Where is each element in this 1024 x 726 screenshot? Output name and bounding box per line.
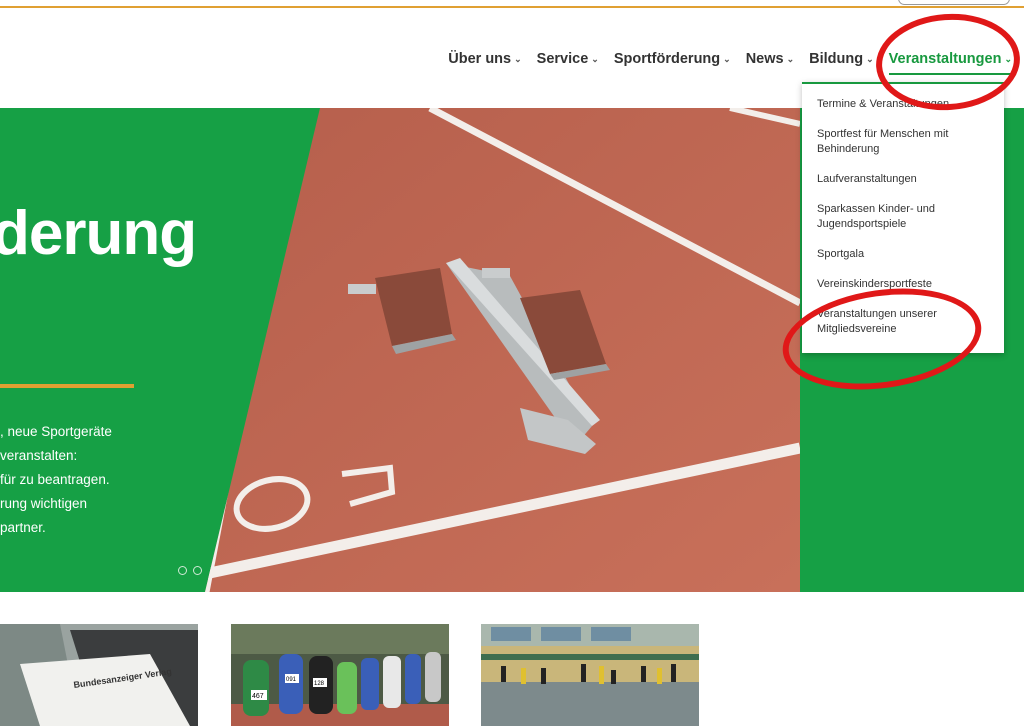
nav-item-news[interactable]: News ⌄ xyxy=(746,51,794,67)
runner-bib: 467 xyxy=(252,693,264,700)
chevron-down-icon: ⌄ xyxy=(514,53,522,64)
main-nav: Über uns ⌄ Service ⌄ Sportförderung ⌄ News ⌄… xyxy=(433,46,1013,75)
news-card-image[interactable]: 467 091 128 xyxy=(231,624,449,726)
hero-line: , neue Sportgeräte xyxy=(0,424,112,439)
chevron-down-icon: ⌄ xyxy=(591,53,599,64)
slider-dot[interactable] xyxy=(193,566,202,575)
hero-title-underline xyxy=(0,384,134,388)
hero-line: partner. xyxy=(0,520,46,535)
nav-item-service[interactable]: Service ⌄ xyxy=(537,51,599,67)
chevron-down-icon: ⌄ xyxy=(723,53,731,64)
bundesanzeiger-image: Bundesanzeiger Verlag xyxy=(0,624,198,726)
menu-item-mitgliedsvereine[interactable]: Veranstaltungen unserer Mitgliedsvereine xyxy=(802,307,1004,337)
runner-bib: 091 xyxy=(286,677,297,683)
nav-label: Service xyxy=(536,51,589,67)
chevron-down-icon: ⌄ xyxy=(786,53,795,64)
runner-bib: 128 xyxy=(314,681,325,687)
hero-line: rung wichtigen xyxy=(0,496,88,511)
nav-label: News xyxy=(745,51,784,67)
nav-item-bildung[interactable]: Bildung ⌄ xyxy=(809,51,874,67)
news-card-image[interactable] xyxy=(481,624,699,726)
nav-item-ueber-uns[interactable]: Über uns ⌄ xyxy=(448,51,521,67)
nav-label: Sportförderung xyxy=(613,51,721,67)
menu-item-sportgala[interactable]: Sportgala xyxy=(802,247,1004,262)
menu-item-kinder-jugendsportspiele[interactable]: Sparkassen Kinder- und Jugendsportspiele xyxy=(802,202,1004,232)
running-race-image: 467 091 128 xyxy=(231,624,449,726)
chevron-down-icon: ⌄ xyxy=(866,53,874,64)
nav-label: Veranstaltungen xyxy=(888,51,1002,67)
nav-label: Bildung xyxy=(809,51,864,67)
hero-title: derung xyxy=(0,199,197,268)
slider-pagination xyxy=(178,566,208,575)
chevron-down-icon: ⌄ xyxy=(1004,53,1012,64)
menu-item-sportfest-behinderung[interactable]: Sportfest für Menschen mit Behinderung xyxy=(802,127,1004,157)
nav-item-sportfoerderung[interactable]: Sportförderung ⌄ xyxy=(614,51,731,67)
top-accent-line xyxy=(0,0,1024,8)
nav-item-veranstaltungen[interactable]: Veranstaltungen ⌄ xyxy=(888,51,1013,75)
menu-item-laufveranstaltungen[interactable]: Laufveranstaltungen xyxy=(802,172,1004,187)
nav-label: Über uns xyxy=(448,51,512,67)
hero-description: , neue Sportgeräte veranstalten: für zu … xyxy=(0,420,150,540)
hero-line: für zu beantragen. xyxy=(0,472,110,487)
hero-line: veranstalten: xyxy=(0,448,78,463)
news-card-image[interactable]: Bundesanzeiger Verlag xyxy=(0,624,198,726)
search-field[interactable] xyxy=(898,0,1010,5)
menu-item-vereinskindersportfeste[interactable]: Vereinskindersportfeste xyxy=(802,277,1004,292)
menu-item-termine[interactable]: Termine & Veranstaltungen xyxy=(802,97,1004,112)
slider-dot[interactable] xyxy=(178,566,187,575)
veranstaltungen-dropdown-menu: Termine & Veranstaltungen Sportfest für … xyxy=(802,82,1004,353)
sports-hall-image xyxy=(481,624,699,726)
